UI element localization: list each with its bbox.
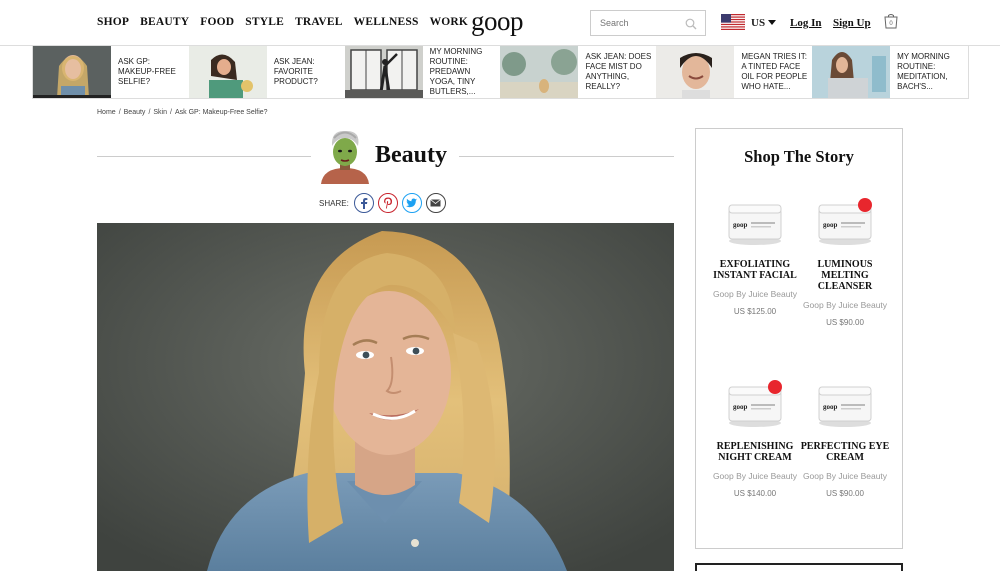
strip-item[interactable]: MY MORNING ROUTINE: MEDITATION, BACH'S..… <box>812 46 968 98</box>
svg-text:goop: goop <box>733 221 748 229</box>
product-price: US $125.00 <box>733 307 777 316</box>
strip-item[interactable]: MY MORNING ROUTINE: PREDAWN YOGA, TINY B… <box>344 46 501 98</box>
breadcrumb-beauty[interactable]: Beauty <box>124 109 146 116</box>
title-divider <box>459 156 674 157</box>
signup-link[interactable]: Sign Up <box>833 17 871 29</box>
title-divider <box>97 156 311 157</box>
email-share-button[interactable] <box>425 193 446 213</box>
breadcrumb-current[interactable]: Ask GP: Makeup-Free Selfie? <box>175 109 268 116</box>
article-thumbnail[interactable] <box>656 46 735 98</box>
product-brand: Goop By Juice Beauty <box>712 471 798 481</box>
region-selector[interactable]: US <box>751 17 765 29</box>
shop-the-story-panel: Shop The Story goop EXFOLIATING INSTANT … <box>695 128 903 549</box>
product-image[interactable]: goop <box>814 197 876 247</box>
product-price: US $140.00 <box>733 489 777 498</box>
share-label: SHARE: <box>319 198 349 208</box>
twitter-icon <box>406 198 418 208</box>
product-price: US $90.00 <box>826 489 864 498</box>
svg-text:goop: goop <box>733 403 748 411</box>
category-header: Beauty <box>97 126 674 186</box>
strip-item-label[interactable]: ASK JEAN: FAVORITE PRODUCT? <box>267 57 345 87</box>
breadcrumb-home[interactable]: Home <box>97 109 116 116</box>
email-icon <box>430 199 442 207</box>
breadcrumb: Home / Beauty / Skin / Ask GP: Makeup-Free Sel… <box>97 109 271 116</box>
pinterest-icon <box>383 197 392 209</box>
search-icon[interactable] <box>685 17 697 35</box>
product-card[interactable]: goop REPLENISHING NIGHT CREAM Goop By Ju… <box>710 379 800 498</box>
nav-food[interactable]: FOOD <box>200 16 234 28</box>
breadcrumb-separator: / <box>148 109 151 116</box>
site-header: SHOP BEAUTY FOOD STYLE TRAVEL WELLNESS W… <box>0 0 1000 46</box>
strip-item-label[interactable]: MY MORNING ROUTINE: MEDITATION, BACH'S..… <box>890 52 968 92</box>
nav-style[interactable]: STYLE <box>245 16 284 28</box>
article-thumbnail[interactable] <box>33 46 111 98</box>
sale-badge-icon <box>858 198 872 212</box>
share-bar: SHARE: <box>319 193 446 213</box>
shopping-bag-icon[interactable]: 0 <box>883 13 899 34</box>
us-flag-icon[interactable] <box>721 14 745 30</box>
breadcrumb-separator: / <box>118 109 121 116</box>
nav-work[interactable]: WORK <box>430 16 469 28</box>
breadcrumb-skin[interactable]: Skin <box>153 109 167 116</box>
strip-item[interactable]: ASK JEAN: FAVORITE PRODUCT? <box>188 46 345 98</box>
strip-item-label[interactable]: MEGAN TRIES IT: A TINTED FACE OIL FOR PE… <box>734 52 812 92</box>
nav-wellness[interactable]: WELLNESS <box>354 16 419 28</box>
facebook-share-button[interactable] <box>353 193 374 213</box>
strip-item-label[interactable]: ASK JEAN: DOES FACE MIST DO ANYTHING, RE… <box>578 52 656 92</box>
strip-item[interactable]: MEGAN TRIES IT: A TINTED FACE OIL FOR PE… <box>656 46 812 98</box>
next-sidebar-module <box>695 563 903 571</box>
shop-title: Shop The Story <box>744 147 854 166</box>
product-card[interactable]: goop LUMINOUS MELTING CLEANSER Goop By J… <box>800 197 890 327</box>
svg-text:goop: goop <box>823 403 838 411</box>
nav-travel[interactable]: TRAVEL <box>295 16 343 28</box>
search-box[interactable] <box>590 10 706 36</box>
product-card[interactable]: goop EXFOLIATING INSTANT FACIAL Goop By … <box>710 197 800 316</box>
product-image[interactable]: goop <box>724 197 786 247</box>
product-brand: Goop By Juice Beauty <box>712 289 798 299</box>
product-brand: Goop By Juice Beauty <box>802 300 888 310</box>
nav-beauty[interactable]: BEAUTY <box>140 16 189 28</box>
strip-item-label[interactable]: MY MORNING ROUTINE: PREDAWN YOGA, TINY B… <box>423 47 501 97</box>
product-image[interactable]: goop <box>724 379 786 429</box>
login-link[interactable]: Log In <box>790 17 822 29</box>
search-input[interactable] <box>591 11 681 35</box>
product-image[interactable]: goop <box>814 379 876 429</box>
article-thumbnail[interactable] <box>812 46 891 98</box>
bag-count: 0 <box>889 21 893 27</box>
hero-image <box>97 223 674 571</box>
main-nav: SHOP BEAUTY FOOD STYLE TRAVEL WELLNESS W… <box>97 16 468 28</box>
article-thumbnail[interactable] <box>344 46 423 98</box>
facebook-icon <box>360 198 368 209</box>
product-name[interactable]: LUMINOUS MELTING CLEANSER <box>800 259 890 292</box>
pinterest-share-button[interactable] <box>377 193 398 213</box>
product-name[interactable]: REPLENISHING NIGHT CREAM <box>710 441 800 463</box>
face-mask-illustration-icon <box>317 128 373 184</box>
strip-item[interactable]: ASK JEAN: DOES FACE MIST DO ANYTHING, RE… <box>500 46 656 98</box>
svg-text:goop: goop <box>823 221 838 229</box>
product-card[interactable]: goop PERFECTING EYE CREAM Goop By Juice … <box>800 379 890 498</box>
chevron-down-icon[interactable] <box>768 20 776 25</box>
breadcrumb-separator: / <box>170 109 172 116</box>
site-logo[interactable]: goop <box>471 6 524 37</box>
product-name[interactable]: EXFOLIATING INSTANT FACIAL <box>710 259 800 281</box>
nav-shop[interactable]: SHOP <box>97 16 129 28</box>
article-thumbnail[interactable] <box>188 46 267 98</box>
twitter-share-button[interactable] <box>401 193 422 213</box>
related-articles-strip: ASK GP: MAKEUP-FREE SELFIE? ASK JEAN: FA… <box>32 46 969 99</box>
product-name[interactable]: PERFECTING EYE CREAM <box>800 441 890 463</box>
page-title: Beauty <box>375 142 447 168</box>
strip-item[interactable]: ASK GP: MAKEUP-FREE SELFIE? <box>33 46 189 98</box>
product-brand: Goop By Juice Beauty <box>802 471 888 481</box>
article-thumbnail[interactable] <box>500 46 579 98</box>
strip-item-label[interactable]: ASK GP: MAKEUP-FREE SELFIE? <box>111 57 189 87</box>
product-price: US $90.00 <box>826 318 864 327</box>
sale-badge-icon <box>768 380 782 394</box>
